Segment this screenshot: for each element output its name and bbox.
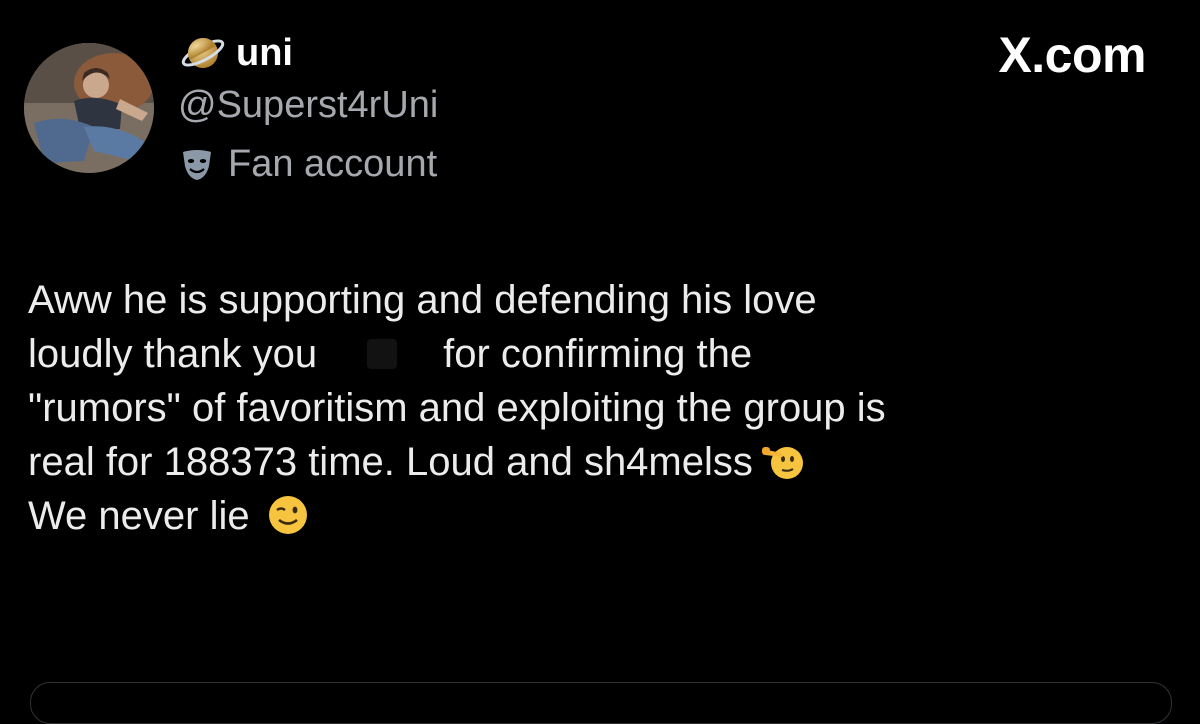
reply-box[interactable] xyxy=(30,682,1172,724)
post-line-1: Aww he is supporting and defending his l… xyxy=(28,278,817,322)
display-name: uni xyxy=(236,31,293,74)
ringed-planet-icon xyxy=(180,30,226,76)
post-line-2: loudly thank you for confirming the xyxy=(28,327,1178,381)
post-line-5: We never lie xyxy=(28,489,1178,543)
saluting-face-icon xyxy=(761,439,805,483)
account-label: Fan account xyxy=(180,143,437,186)
winking-face-icon xyxy=(266,493,310,537)
brand-text: X.com xyxy=(998,27,1146,83)
post-line-3: "rumors" of favoritism and exploiting th… xyxy=(28,386,886,430)
post-line-4: real for 188373 time. Loud and sh4melss xyxy=(28,435,1178,489)
post-line-2-end: for confirming the xyxy=(443,332,753,376)
post-text: Aww he is supporting and defending his l… xyxy=(28,273,1178,543)
user-handle[interactable]: @Superst4rUni xyxy=(178,84,438,127)
display-name-row[interactable]: uni xyxy=(180,30,293,76)
post-line-5-text: We never lie xyxy=(28,494,250,538)
avatar-image xyxy=(24,43,154,173)
post-line-2-start: loudly thank you xyxy=(28,332,318,376)
avatar[interactable] xyxy=(24,43,154,173)
performing-arts-icon xyxy=(180,148,214,182)
redacted-area xyxy=(327,335,437,375)
post-line-4-text: real for 188373 time. Loud and sh4melss xyxy=(28,440,753,484)
brand-logo: X.com xyxy=(998,26,1146,84)
account-label-text: Fan account xyxy=(228,143,438,185)
